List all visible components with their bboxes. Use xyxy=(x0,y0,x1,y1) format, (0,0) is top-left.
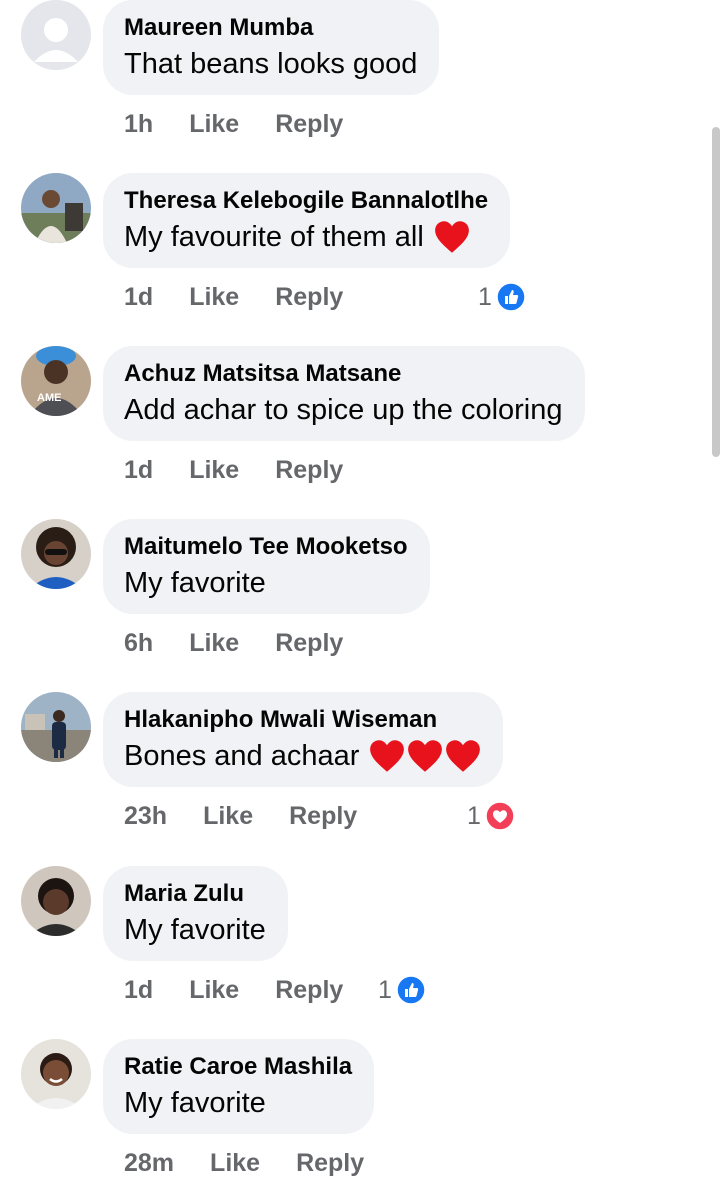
comment-bubble[interactable]: Theresa Kelebogile Bannalotlhe My favour… xyxy=(103,173,511,268)
heart-emoji-group xyxy=(434,220,470,254)
avatar[interactable] xyxy=(21,1039,91,1109)
reaction-count: 1 xyxy=(378,975,392,1004)
comment-text: Bones and achaar xyxy=(124,740,360,772)
comment-item: AME Achuz Matsitsa Matsane Add achar to … xyxy=(0,346,700,519)
reply-button[interactable]: Reply xyxy=(275,456,343,485)
comment-bubble[interactable]: Maria Zulu My favorite xyxy=(103,866,288,961)
reaction-summary[interactable]: 1 xyxy=(467,796,515,836)
comment-item: Ratie Caroe Mashila My favorite 28m Like… xyxy=(0,1039,700,1193)
reply-button[interactable]: Reply xyxy=(275,110,343,139)
comment-actions: 1h Like Reply xyxy=(124,104,343,144)
like-button[interactable]: Like xyxy=(203,802,253,831)
scrollbar[interactable] xyxy=(712,127,720,457)
avatar[interactable] xyxy=(21,866,91,936)
comment-timestamp[interactable]: 28m xyxy=(124,1149,174,1178)
comment-item: Maitumelo Tee Mooketso My favorite 6h Li… xyxy=(0,519,700,692)
comment-timestamp[interactable]: 1d xyxy=(124,976,153,1005)
heart-emoji-group xyxy=(369,739,481,773)
like-button[interactable]: Like xyxy=(189,110,239,139)
comment-actions: 28m Like Reply xyxy=(124,1143,364,1183)
heart-emoji-icon xyxy=(446,740,481,772)
comment-actions: 1d Like Reply xyxy=(124,970,343,1010)
comment-bubble[interactable]: Maitumelo Tee Mooketso My favorite xyxy=(103,519,430,614)
like-reaction-icon xyxy=(496,282,526,312)
comment-bubble[interactable]: Maureen Mumba That beans looks good xyxy=(103,0,440,95)
like-button[interactable]: Like xyxy=(189,283,239,312)
comment-author[interactable]: Theresa Kelebogile Bannalotlhe xyxy=(124,187,488,215)
comment-timestamp[interactable]: 6h xyxy=(124,629,153,658)
heart-emoji-icon xyxy=(370,740,405,772)
comment-text: My favourite of them all xyxy=(124,221,424,253)
comment-item: Maria Zulu My favorite 1d Like Reply 1 xyxy=(0,866,700,1039)
comment-item: Hlakanipho Mwali Wiseman Bones and achaa… xyxy=(0,692,700,865)
avatar[interactable] xyxy=(21,692,91,762)
reaction-count: 1 xyxy=(478,282,492,311)
heart-emoji-icon xyxy=(434,221,469,253)
reaction-summary[interactable]: 1 xyxy=(478,277,526,317)
heart-emoji-icon xyxy=(408,740,443,772)
comment-text: Add achar to spice up the coloring xyxy=(124,394,563,426)
comment-author[interactable]: Maria Zulu xyxy=(124,880,266,908)
comment-text: That beans looks good xyxy=(124,48,418,80)
like-button[interactable]: Like xyxy=(210,1149,260,1178)
comment-timestamp[interactable]: 1d xyxy=(124,283,153,312)
comment-timestamp[interactable]: 1h xyxy=(124,110,153,139)
reply-button[interactable]: Reply xyxy=(275,283,343,312)
comment-timestamp[interactable]: 23h xyxy=(124,802,167,831)
like-reaction-icon xyxy=(396,975,426,1005)
love-reaction-icon xyxy=(485,801,515,831)
comment-actions: 23h Like Reply xyxy=(124,796,357,836)
comment-bubble[interactable]: Ratie Caroe Mashila My favorite xyxy=(103,1039,375,1134)
reply-button[interactable]: Reply xyxy=(296,1149,364,1178)
comment-author[interactable]: Achuz Matsitsa Matsane xyxy=(124,360,563,388)
comments-thread: Maureen Mumba That beans looks good 1h L… xyxy=(0,0,720,1193)
comment-actions: 6h Like Reply xyxy=(124,623,343,663)
comment-author[interactable]: Maitumelo Tee Mooketso xyxy=(124,533,408,561)
comment-actions: 1d Like Reply xyxy=(124,277,343,317)
comment-actions: 1d Like Reply xyxy=(124,450,343,490)
default-avatar-icon[interactable] xyxy=(21,0,91,70)
comment-bubble[interactable]: Hlakanipho Mwali Wiseman Bones and achaa… xyxy=(103,692,504,787)
comment-author[interactable]: Maureen Mumba xyxy=(124,14,417,42)
reply-button[interactable]: Reply xyxy=(275,976,343,1005)
comment-item: Theresa Kelebogile Bannalotlhe My favour… xyxy=(0,173,700,346)
comment-item: Maureen Mumba That beans looks good 1h L… xyxy=(0,0,700,173)
reaction-summary[interactable]: 1 xyxy=(378,970,426,1010)
like-button[interactable]: Like xyxy=(189,629,239,658)
avatar[interactable] xyxy=(21,173,91,243)
reply-button[interactable]: Reply xyxy=(289,802,357,831)
reaction-count: 1 xyxy=(467,801,481,830)
comment-bubble[interactable]: Achuz Matsitsa Matsane Add achar to spic… xyxy=(103,346,585,441)
comment-timestamp[interactable]: 1d xyxy=(124,456,153,485)
comment-author[interactable]: Ratie Caroe Mashila xyxy=(124,1053,352,1081)
comment-author[interactable]: Hlakanipho Mwali Wiseman xyxy=(124,706,481,734)
comment-text: My favorite xyxy=(124,914,266,946)
comment-text: My favorite xyxy=(124,567,266,599)
avatar[interactable] xyxy=(21,519,91,589)
comment-text: My favorite xyxy=(124,1087,266,1119)
like-button[interactable]: Like xyxy=(189,976,239,1005)
like-button[interactable]: Like xyxy=(189,456,239,485)
reply-button[interactable]: Reply xyxy=(275,629,343,658)
avatar[interactable]: AME xyxy=(21,346,91,416)
avatar-badge-text: AME xyxy=(37,392,62,404)
